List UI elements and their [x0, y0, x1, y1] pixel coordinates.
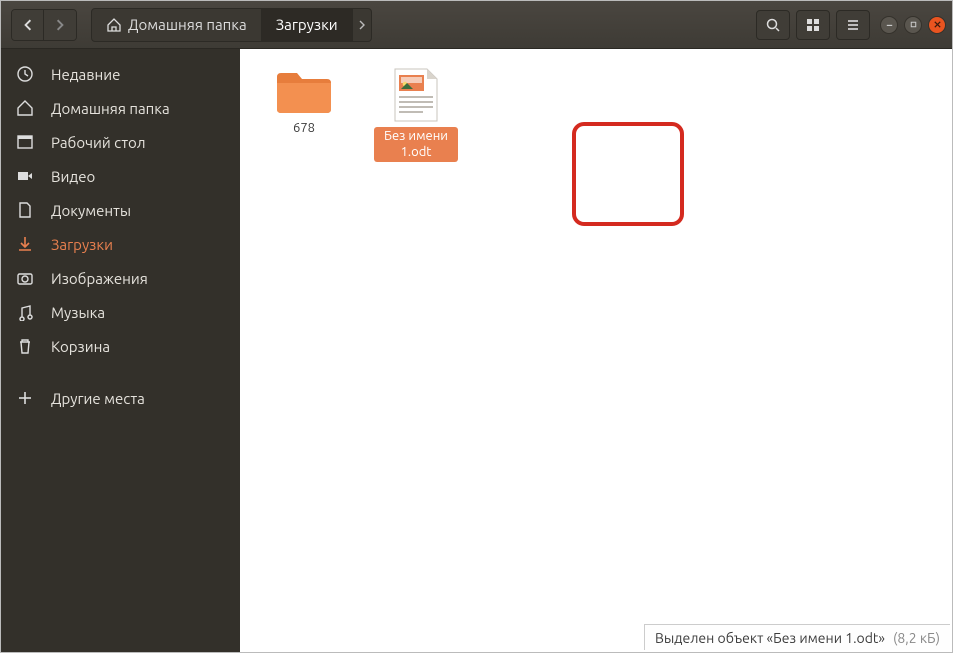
path-home-label: Домашняя папка: [128, 16, 247, 33]
status-bar: Выделен объект «Без имени 1.odt» (8,2 кБ…: [644, 624, 950, 650]
nav-forward-button[interactable]: [44, 10, 76, 40]
sidebar-item-downloads[interactable]: Загрузки: [1, 227, 240, 261]
sidebar-item-videos[interactable]: Видео: [1, 159, 240, 193]
path-bar: Домашняя папка Загрузки: [91, 8, 372, 42]
minimize-icon: [885, 20, 894, 29]
sidebar-item-label: Другие места: [51, 390, 145, 407]
sidebar-item-label: Недавние: [51, 66, 120, 83]
hamburger-icon: [845, 17, 861, 33]
trash-icon: [16, 337, 34, 355]
document-item[interactable]: Без имени 1.odt: [374, 67, 458, 162]
nav-buttons: [11, 9, 77, 41]
sidebar-item-music[interactable]: Музыка: [1, 295, 240, 329]
chevron-right-icon: [54, 19, 66, 31]
grid-icon: [805, 17, 821, 33]
chevron-right-icon: [358, 20, 366, 30]
minimize-button[interactable]: [880, 16, 898, 34]
sidebar-item-label: Рабочий стол: [51, 134, 146, 151]
sidebar-item-label: Музыка: [51, 304, 105, 321]
nav-back-button[interactable]: [12, 10, 44, 40]
writer-document-icon: [393, 67, 439, 123]
close-button[interactable]: [928, 16, 946, 34]
view-grid-button[interactable]: [796, 10, 830, 40]
camera-icon: [16, 269, 34, 287]
sidebar: Недавние Домашняя папка Рабочий стол Вид…: [1, 49, 240, 652]
home-icon: [106, 17, 122, 33]
sidebar-item-documents[interactable]: Документы: [1, 193, 240, 227]
status-size: (8,2 кБ): [893, 630, 940, 646]
status-text: Выделен объект «Без имени 1.odt»: [655, 630, 885, 646]
sidebar-item-label: Видео: [51, 168, 95, 185]
window-controls: [880, 16, 946, 34]
maximize-button[interactable]: [904, 16, 922, 34]
search-icon: [765, 17, 781, 33]
folder-icon: [275, 67, 333, 115]
sidebar-item-label: Изображения: [51, 270, 148, 287]
sidebar-item-trash[interactable]: Корзина: [1, 329, 240, 363]
clock-icon: [16, 65, 34, 83]
path-segment-current[interactable]: Загрузки: [261, 9, 353, 41]
search-button[interactable]: [756, 10, 790, 40]
file-manager-window: Домашняя папка Загрузки: [0, 0, 953, 653]
sidebar-item-label: Загрузки: [51, 236, 113, 253]
sidebar-item-other-places[interactable]: Другие места: [1, 381, 240, 415]
sidebar-item-recent[interactable]: Недавние: [1, 57, 240, 91]
content-pane[interactable]: 678: [240, 49, 952, 652]
sidebar-item-label: Документы: [51, 202, 131, 219]
sidebar-item-home[interactable]: Домашняя папка: [1, 91, 240, 125]
home-icon: [16, 99, 34, 117]
window-body: Недавние Домашняя папка Рабочий стол Вид…: [1, 49, 952, 652]
plus-icon: [16, 389, 34, 407]
sidebar-item-pictures[interactable]: Изображения: [1, 261, 240, 295]
music-icon: [16, 303, 34, 321]
folder-item[interactable]: 678: [262, 67, 346, 139]
download-icon: [16, 235, 34, 253]
desktop-icon: [16, 133, 34, 151]
icon-grid: 678: [240, 49, 952, 180]
path-current-label: Загрузки: [276, 16, 338, 33]
hamburger-menu-button[interactable]: [836, 10, 870, 40]
path-overflow[interactable]: [353, 20, 371, 30]
video-icon: [16, 167, 34, 185]
maximize-icon: [909, 20, 918, 29]
file-label: 678: [289, 119, 319, 139]
close-icon: [933, 20, 942, 29]
chevron-left-icon: [22, 19, 34, 31]
document-icon: [16, 201, 34, 219]
sidebar-item-label: Корзина: [51, 338, 110, 355]
path-segment-home[interactable]: Домашняя папка: [92, 9, 261, 41]
sidebar-item-label: Домашняя папка: [51, 100, 170, 117]
file-label: Без имени 1.odt: [374, 127, 458, 162]
sidebar-item-desktop[interactable]: Рабочий стол: [1, 125, 240, 159]
titlebar: Домашняя папка Загрузки: [1, 1, 952, 49]
